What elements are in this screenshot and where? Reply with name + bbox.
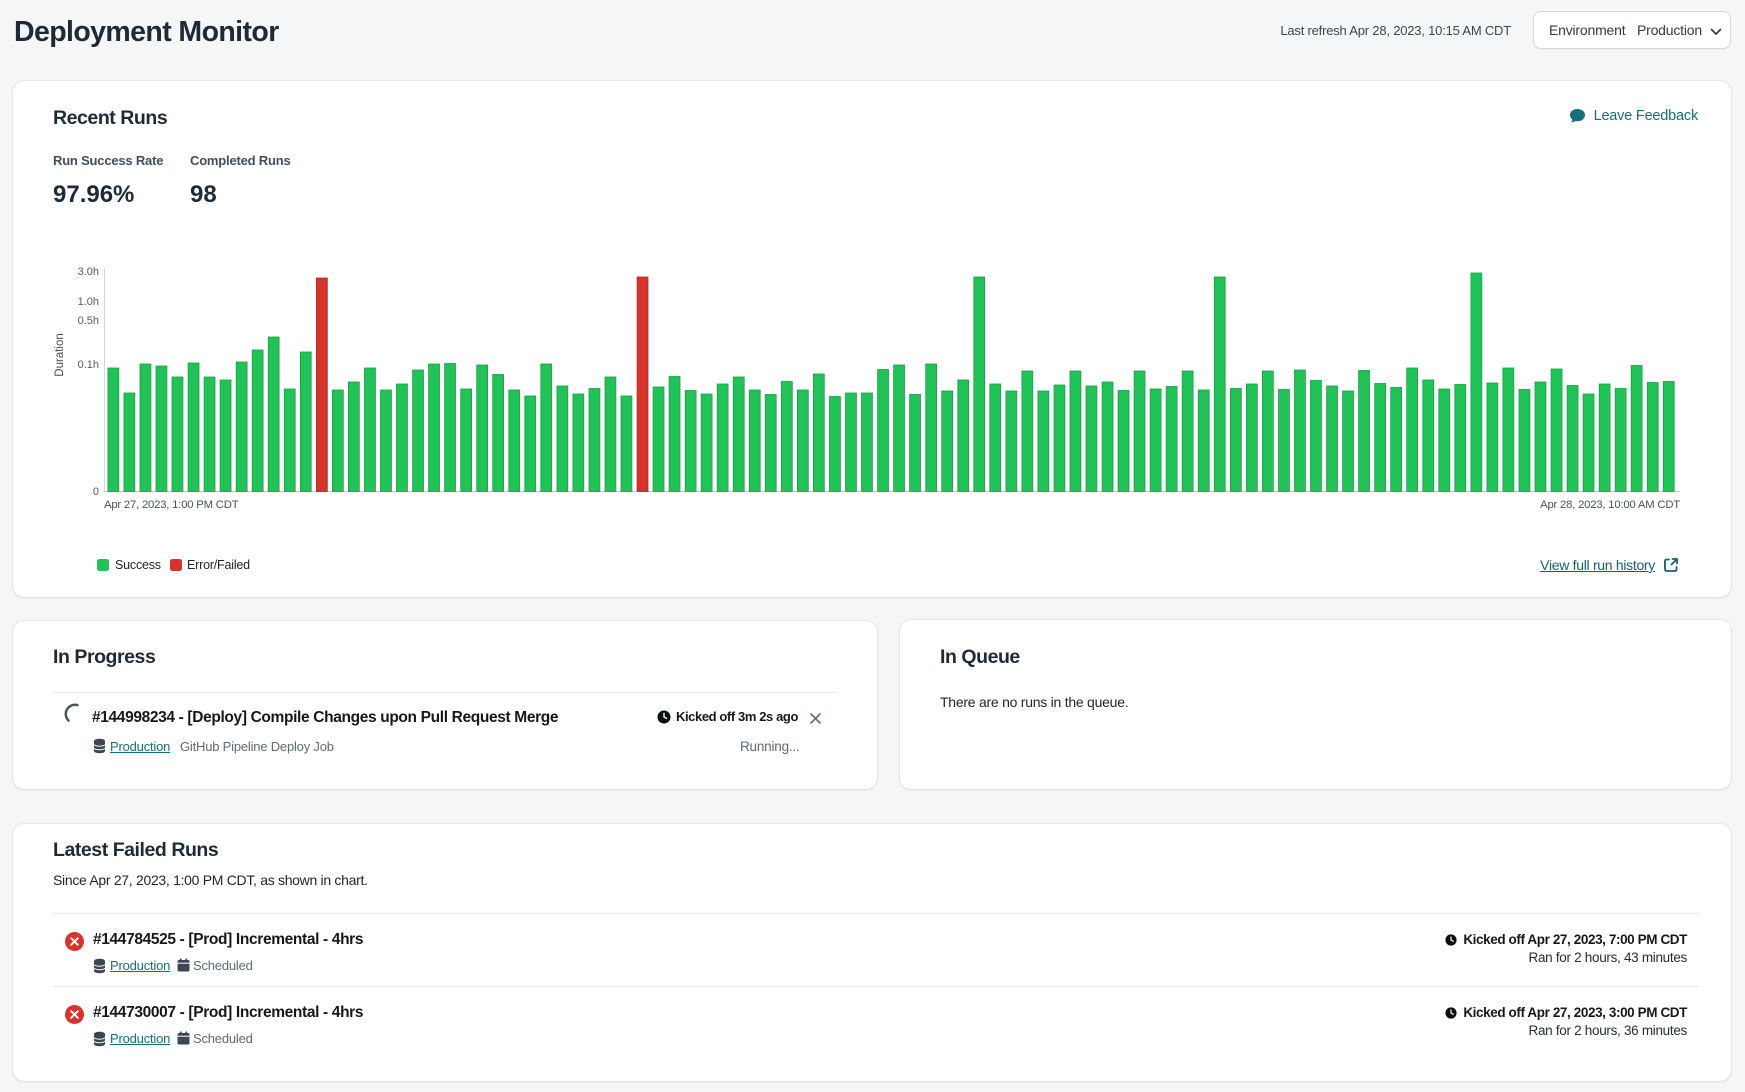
svg-text:Apr 28, 2023, 10:00 AM CDT: Apr 28, 2023, 10:00 AM CDT (1540, 499, 1680, 511)
svg-text:0.5h: 0.5h (78, 315, 99, 327)
svg-text:1.0h: 1.0h (78, 296, 99, 308)
svg-text:Apr 27, 2023, 1:00 PM CDT: Apr 27, 2023, 1:00 PM CDT (104, 499, 239, 511)
svg-text:0: 0 (93, 486, 99, 498)
svg-text:Duration: Duration (54, 333, 66, 376)
svg-text:3.0h: 3.0h (78, 266, 99, 278)
svg-text:0.1h: 0.1h (78, 359, 99, 371)
